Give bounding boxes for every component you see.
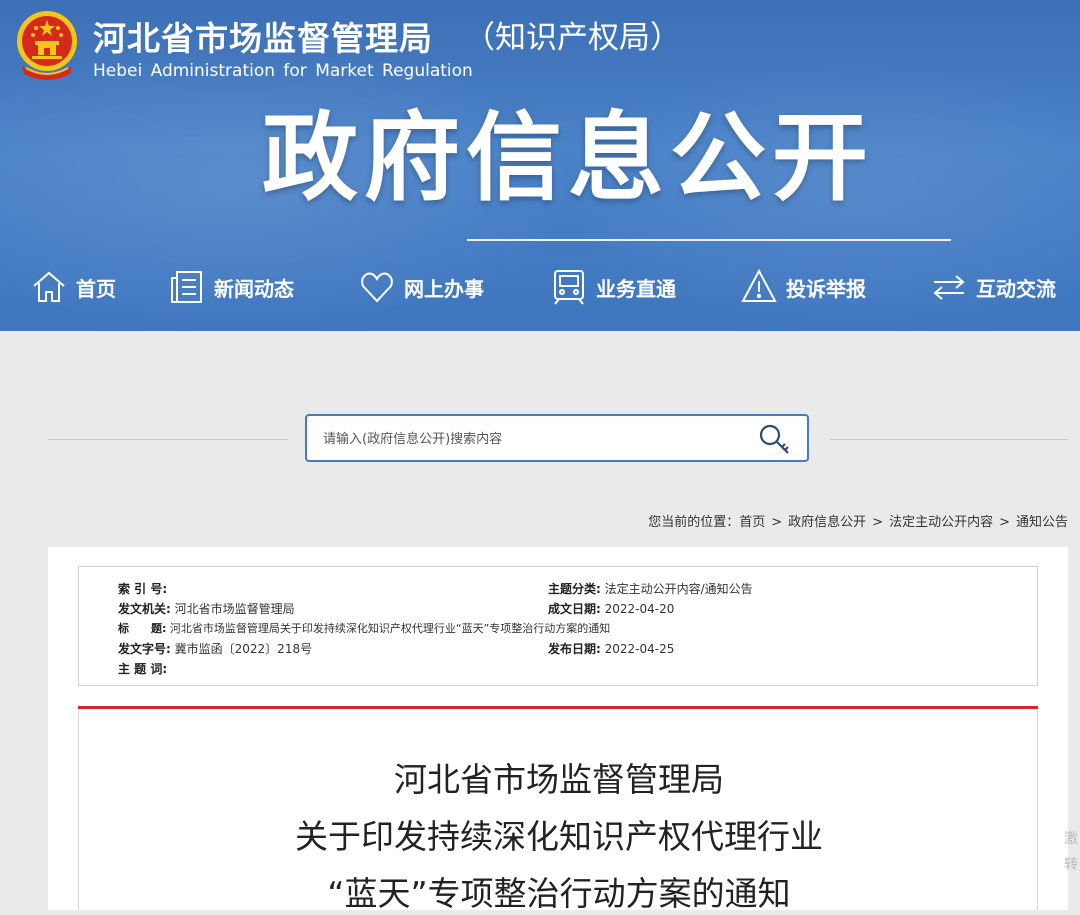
meta-issuer-value: 河北省市场监督管理局 <box>174 602 295 616</box>
nav-item-label: 首页 <box>76 276 116 301</box>
meta-published: 发布日期: 2022-04-25 <box>548 640 674 657</box>
exchange-icon <box>933 275 965 300</box>
breadcrumb-notices[interactable]: 通知公告 <box>1016 515 1068 530</box>
meta-created-label: 成文日期: <box>548 602 601 616</box>
news-icon <box>171 271 202 303</box>
org-name-cn-suffix: （知识产权局） <box>464 20 681 56</box>
nav-item-label: 互动交流 <box>976 276 1056 301</box>
document-metadata: 索 引 号: 主题分类: 法定主动公开内容/通知公告 发文机关: 河北省市场监督… <box>78 566 1038 686</box>
meta-docno: 发文字号: 冀市监函〔2022〕218号 <box>118 640 312 657</box>
document-title-line-2: 关于印发持续深化知识产权代理行业 <box>295 817 823 856</box>
meta-title-value: 河北省市场监督管理局关于印发持续深化知识产权代理行业“蓝天”专项整治行动方案的通… <box>169 622 611 635</box>
meta-topic-label: 主题分类: <box>548 582 601 596</box>
site-header: 河北省市场监督管理局 （知识产权局） Hebei Administration … <box>0 0 1080 331</box>
document-title-line-1: 河北省市场监督管理局 <box>394 760 724 799</box>
nav-item-news[interactable]: 新闻动态 <box>168 262 294 312</box>
breadcrumb: 您当前的位置：首页 > 政府信息公开 > 法定主动公开内容 > 通知公告 <box>648 511 1068 530</box>
nav-item-interaction[interactable]: 互动交流 <box>930 262 1056 312</box>
breadcrumb-separator: > <box>999 515 1010 530</box>
meta-published-label: 发布日期: <box>548 642 601 656</box>
nav-item-home[interactable]: 首页 <box>30 262 116 312</box>
breadcrumb-home[interactable]: 首页 <box>739 515 765 530</box>
breadcrumb-separator: > <box>771 515 783 530</box>
divider-right <box>830 439 1068 440</box>
divider-left <box>48 439 288 440</box>
meta-title: 标 题: 河北省市场监督管理局关于印发持续深化知识产权代理行业“蓝天”专项整治行… <box>118 620 610 636</box>
meta-topic: 主题分类: 法定主动公开内容/通知公告 <box>548 580 753 597</box>
heart-icon <box>361 272 393 303</box>
meta-topic-value: 法定主动公开内容/通知公告 <box>604 582 753 596</box>
meta-index: 索 引 号: <box>118 580 167 597</box>
document-title-line-3: “蓝天”专项整治行动方案的通知 <box>327 874 791 913</box>
meta-issuer-label: 发文机关: <box>118 602 171 616</box>
search-icon[interactable] <box>757 422 793 456</box>
meta-docno-label: 发文字号: <box>118 642 171 656</box>
nav-item-business-direct[interactable]: 业务直通 <box>550 262 676 312</box>
meta-created-value: 2022-04-20 <box>604 602 675 616</box>
train-icon <box>554 270 584 305</box>
home-icon <box>33 271 65 302</box>
breadcrumb-statutory[interactable]: 法定主动公开内容 <box>889 515 993 530</box>
main-nav: 首页 新闻动态 网上办事 业务直通 投诉举报 互动交流 <box>0 262 1080 312</box>
meta-docno-value: 冀市监函〔2022〕218号 <box>174 642 313 656</box>
nav-item-label: 业务直通 <box>596 276 676 301</box>
search-input[interactable] <box>321 426 745 452</box>
nav-item-label: 新闻动态 <box>214 276 294 301</box>
meta-title-label: 标 题: <box>118 622 167 635</box>
meta-created: 成文日期: 2022-04-20 <box>548 600 674 617</box>
breadcrumb-gov-info[interactable]: 政府信息公开 <box>788 515 866 530</box>
meta-index-label: 索 引 号: <box>118 582 168 596</box>
breadcrumb-separator: > <box>872 515 884 530</box>
org-name-cn: 河北省市场监督管理局 <box>93 19 433 58</box>
title-divider <box>467 239 951 241</box>
edge-watermark-text: 激转 <box>1064 831 1078 873</box>
national-emblem-icon <box>17 11 77 80</box>
section-title: 政府信息公开 <box>262 102 874 214</box>
nav-item-complaints[interactable]: 投诉举报 <box>740 262 866 312</box>
meta-issuer: 发文机关: 河北省市场监督管理局 <box>118 600 295 617</box>
search-box <box>305 414 809 462</box>
breadcrumb-prefix: 您当前的位置： <box>648 515 740 530</box>
meta-keywords: 主 题 词: <box>118 660 167 677</box>
nav-item-online-services[interactable]: 网上办事 <box>358 262 484 312</box>
warning-icon <box>741 268 777 302</box>
document-body: 河北省市场监督管理局 关于印发持续深化知识产权代理行业 “蓝天”专项整治行动方案… <box>78 709 1038 913</box>
org-name-en: Hebei Administration for Market Regulati… <box>93 61 473 81</box>
meta-published-value: 2022-04-25 <box>604 642 675 656</box>
nav-item-label: 网上办事 <box>404 276 484 301</box>
nav-item-label: 投诉举报 <box>786 276 866 301</box>
meta-keywords-label: 主 题 词: <box>118 662 168 676</box>
